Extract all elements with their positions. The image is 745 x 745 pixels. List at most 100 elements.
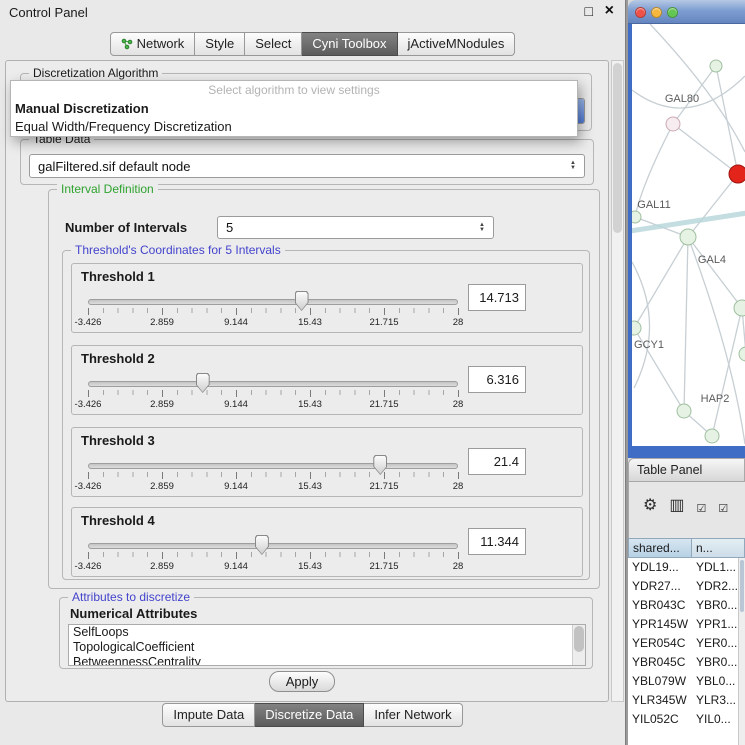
table-row[interactable]: YIL052CYIL0... <box>628 710 738 729</box>
threshold-1-slider[interactable]: -3.426 2.859 9.144 15.43 21.715 28 <box>88 288 458 330</box>
numerical-attributes-list[interactable]: SelfLoops TopologicalCoefficient Between… <box>68 624 586 666</box>
table-data-combobox[interactable]: galFiltered.sif default node ▲▼ <box>29 154 585 178</box>
threshold-3-slider[interactable]: -3.426 2.859 9.144 15.43 21.715 28 <box>88 452 458 494</box>
column-header-name[interactable]: n... <box>692 538 745 558</box>
network-node[interactable] <box>632 211 641 223</box>
slider-track[interactable] <box>88 543 458 549</box>
list-item[interactable]: BetweennessCentrality <box>69 655 585 666</box>
close-icon[interactable]: × <box>605 2 614 20</box>
network-edge[interactable] <box>688 237 742 308</box>
network-edge[interactable] <box>688 174 738 237</box>
tab-infer-network[interactable]: Infer Network <box>364 703 462 727</box>
interval-definition-group: Interval Definition Number of Intervals … <box>48 189 600 589</box>
cell[interactable]: YIL052C <box>628 710 692 729</box>
tab-jactivemnodules[interactable]: jActiveMNodules <box>398 32 516 56</box>
tab-style[interactable]: Style <box>195 32 245 56</box>
table-row[interactable]: YBR043CYBR0... <box>628 596 738 615</box>
table-row[interactable]: YDR27...YDR2... <box>628 577 738 596</box>
network-edge[interactable] <box>716 66 738 174</box>
close-traffic-light[interactable] <box>635 7 646 18</box>
list-item[interactable]: TopologicalCoefficient <box>69 640 585 655</box>
cell[interactable]: YDL1... <box>692 558 738 577</box>
cell[interactable]: YBR045C <box>628 653 692 672</box>
network-edge[interactable] <box>712 308 742 436</box>
scrollbar-thumb[interactable] <box>574 626 584 652</box>
cell[interactable]: YBL0... <box>692 672 738 691</box>
cell[interactable]: YPR145W <box>628 615 692 634</box>
network-node[interactable] <box>680 229 696 245</box>
table-row[interactable]: YLR345WYLR3... <box>628 691 738 710</box>
scrollbar-thumb[interactable] <box>613 63 622 233</box>
threshold-3-value-field[interactable]: 21.4 <box>468 448 526 475</box>
table-row[interactable]: YPR145WYPR1... <box>628 615 738 634</box>
column-chooser-icon[interactable]: ▥ <box>669 498 684 514</box>
list-item[interactable]: SelfLoops <box>69 625 585 640</box>
cell[interactable]: YLR345W <box>628 691 692 710</box>
number-of-intervals-combobox[interactable]: 5 ▲▼ <box>217 216 494 239</box>
slider-track[interactable] <box>88 463 458 469</box>
apply-button[interactable]: Apply <box>269 671 335 692</box>
control-panel-title: Control Panel <box>9 5 88 20</box>
network-node[interactable] <box>666 117 680 131</box>
network-node[interactable] <box>734 300 745 316</box>
network-edge[interactable] <box>673 124 738 174</box>
tab-cyni-toolbox[interactable]: Cyni Toolbox <box>302 32 397 56</box>
network-window-titlebar[interactable] <box>628 0 745 24</box>
threshold-2-slider[interactable]: -3.426 2.859 9.144 15.43 21.715 28 <box>88 370 458 412</box>
threshold-2-value-field[interactable]: 6.316 <box>468 366 526 393</box>
table-panel-header[interactable]: Table Panel <box>628 458 745 482</box>
list-scrollbar[interactable] <box>572 625 585 665</box>
settings-gear-icon[interactable]: ⚙ <box>643 498 657 514</box>
threshold-4-slider[interactable]: -3.426 2.859 9.144 15.43 21.715 28 <box>88 532 458 574</box>
panel-scrollbar[interactable] <box>611 60 624 702</box>
tab-impute-data[interactable]: Impute Data <box>162 703 255 727</box>
slider-track[interactable] <box>88 299 458 305</box>
combobox-spinner-icon[interactable]: ▲▼ <box>474 223 490 233</box>
cell[interactable]: YBR0... <box>692 653 738 672</box>
scrollbar-thumb[interactable] <box>740 560 744 612</box>
minimize-traffic-light[interactable] <box>651 7 662 18</box>
cell[interactable]: YIL0... <box>692 710 738 729</box>
cell[interactable]: YDL19... <box>628 558 692 577</box>
table-panel-title: Table Panel <box>637 463 702 477</box>
dropdown-option-manual-discretization[interactable]: Manual Discretization <box>11 100 577 118</box>
cell[interactable]: YER0... <box>692 634 738 653</box>
network-canvas[interactable]: GAL80GAL11GAL4GCY1HAP2 <box>632 24 745 446</box>
scale-label: 28 <box>453 561 464 572</box>
table-row[interactable]: YDL19...YDL1... <box>628 558 738 577</box>
network-node[interactable] <box>729 165 745 183</box>
tab-network[interactable]: Network <box>110 32 196 56</box>
cell[interactable]: YER054C <box>628 634 692 653</box>
network-node[interactable] <box>705 429 719 443</box>
table-row[interactable]: YBL079WYBL0... <box>628 672 738 691</box>
tick-mark <box>384 552 385 559</box>
cell[interactable]: YPR1... <box>692 615 738 634</box>
cell[interactable]: YBR043C <box>628 596 692 615</box>
network-node[interactable] <box>710 60 722 72</box>
network-node[interactable] <box>739 347 745 361</box>
slider-track[interactable] <box>88 381 458 387</box>
select-check-icon[interactable]: ☑ <box>696 501 706 517</box>
tick-mark <box>88 308 89 315</box>
table-row[interactable]: YER054CYER0... <box>628 634 738 653</box>
cell[interactable]: YLR3... <box>692 691 738 710</box>
dropdown-option-equal-width-frequency[interactable]: Equal Width/Frequency Discretization <box>11 118 577 136</box>
table-row[interactable]: YBR045CYBR0... <box>628 653 738 672</box>
network-node[interactable] <box>677 404 691 418</box>
cell[interactable]: YBR0... <box>692 596 738 615</box>
network-node[interactable] <box>632 321 641 335</box>
threshold-4-value-field[interactable]: 11.344 <box>468 528 526 555</box>
threshold-1-value-field[interactable]: 14.713 <box>468 284 526 311</box>
cell[interactable]: YDR27... <box>628 577 692 596</box>
network-edge[interactable] <box>684 237 688 411</box>
select-check-icon-2[interactable]: ☑ <box>718 501 728 517</box>
zoom-traffic-light[interactable] <box>667 7 678 18</box>
tab-discretize-data[interactable]: Discretize Data <box>255 703 364 727</box>
table-scrollbar[interactable] <box>738 558 745 745</box>
tab-select[interactable]: Select <box>245 32 302 56</box>
cell[interactable]: YBL079W <box>628 672 692 691</box>
column-header-shared[interactable]: shared... <box>628 538 692 558</box>
combobox-spinner-icon[interactable]: ▲▼ <box>565 161 581 171</box>
float-window-icon[interactable]: □ <box>585 3 593 19</box>
cell[interactable]: YDR2... <box>692 577 738 596</box>
